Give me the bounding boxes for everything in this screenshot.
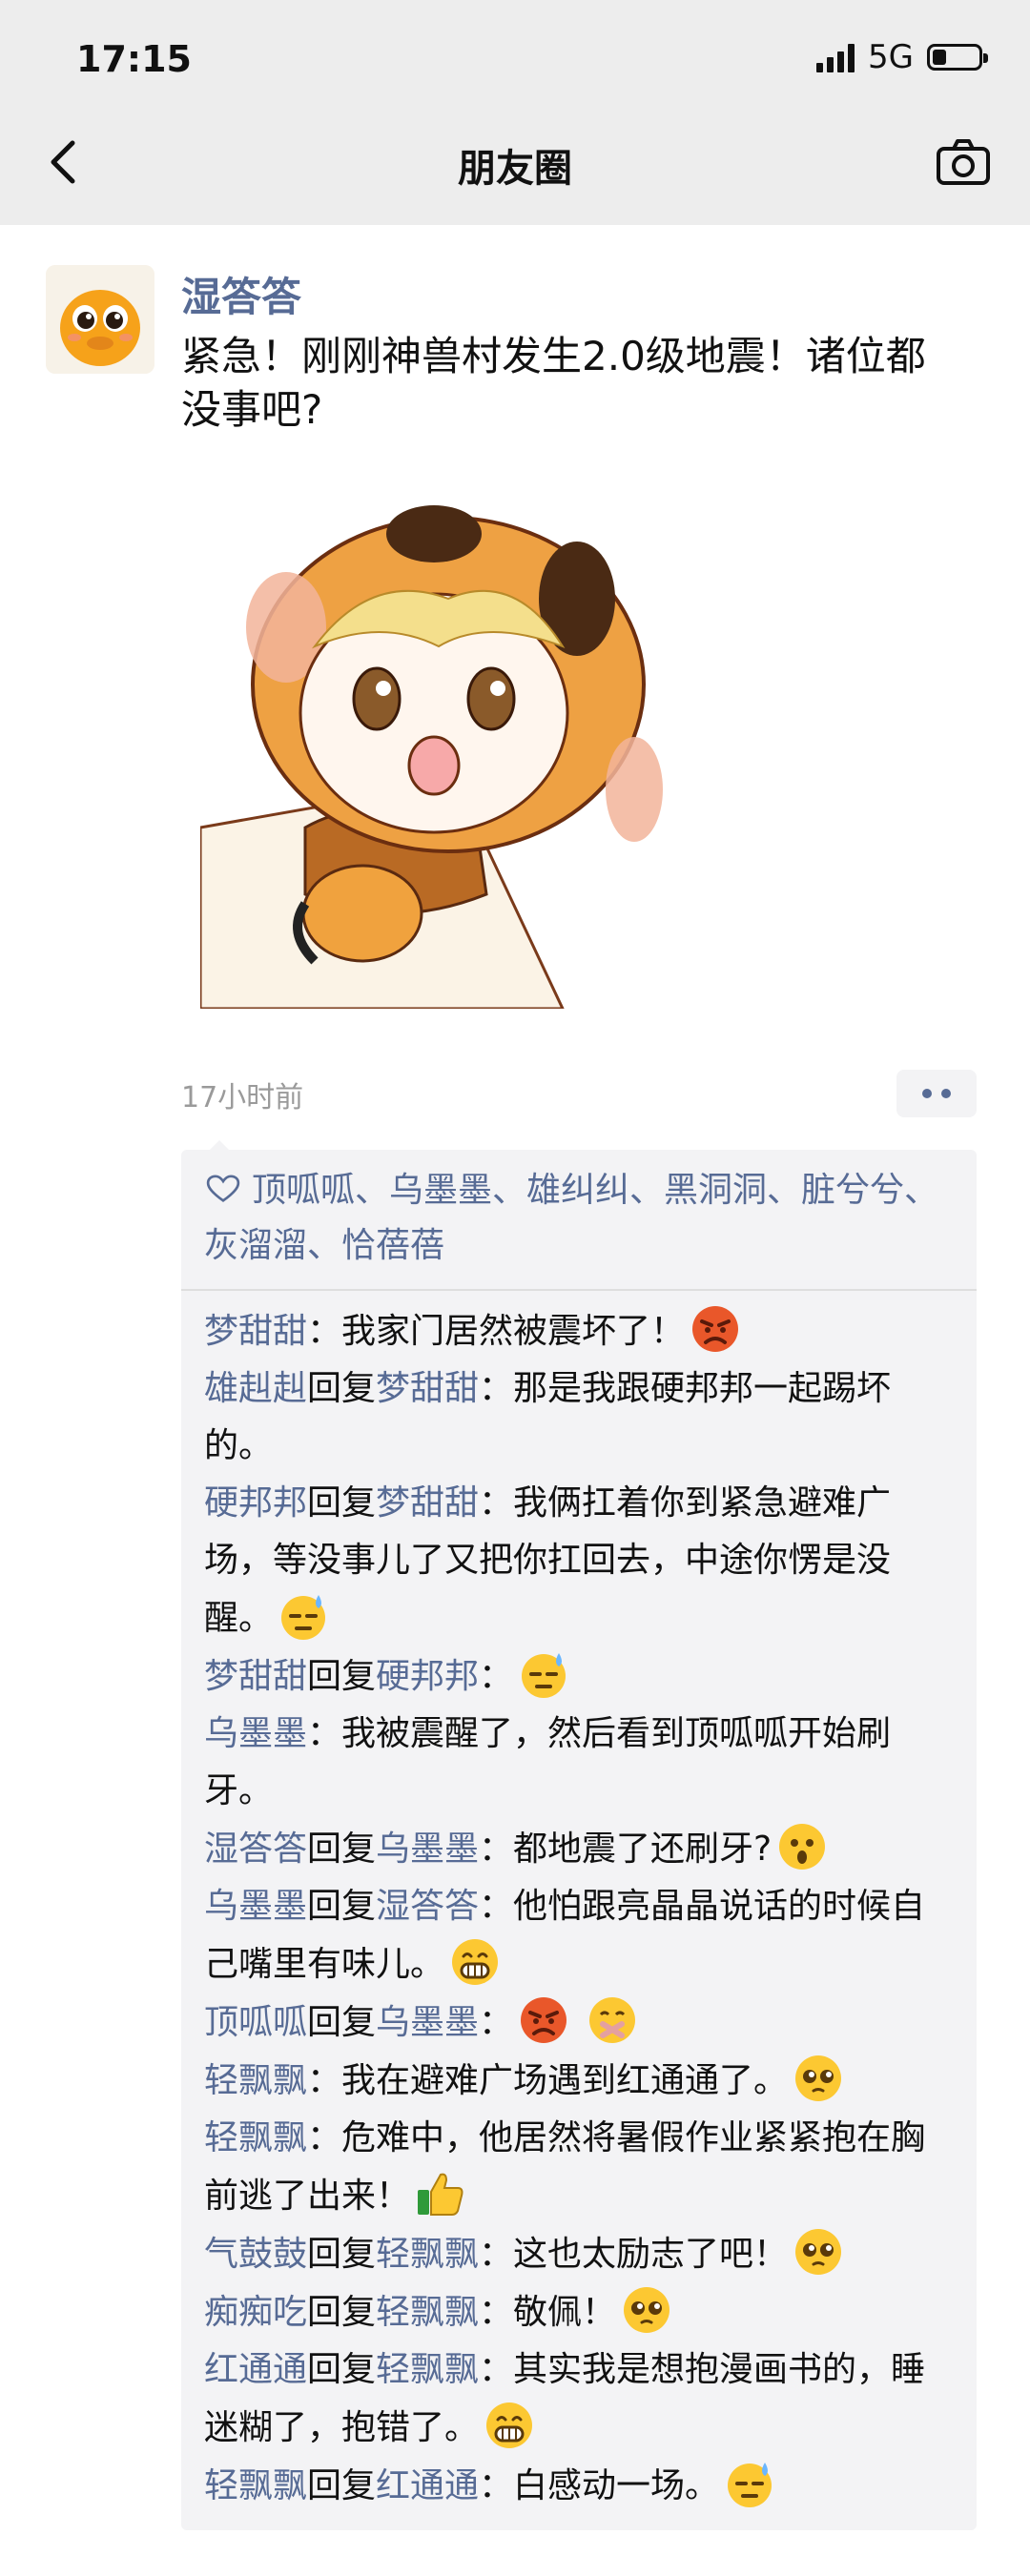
thumbs-up-icon <box>414 2167 467 2220</box>
comment-item[interactable]: 乌墨墨回复湿答答：他怕跟亮晶晶说话的时候自己嘴里有味儿。 <box>204 1878 954 1993</box>
comment-text: ：白感动一场。 <box>479 2466 720 2505</box>
grin-face-icon <box>483 2399 536 2452</box>
reply-label: 回复 <box>307 2235 377 2274</box>
camera-icon[interactable] <box>935 135 992 189</box>
comment-item[interactable]: 梦甜甜：我家门居然被震坏了！ <box>204 1302 954 1360</box>
nav-bar: 朋友圈 <box>0 133 1030 191</box>
comment-item[interactable]: 雄赳赳回复梦甜甜：那是我跟硬邦邦一起踢坏的。 <box>204 1360 954 1475</box>
comment-author[interactable]: 轻飘飘 <box>204 2118 307 2157</box>
reply-label: 回复 <box>307 2003 377 2042</box>
grin-face-icon <box>448 1935 502 1989</box>
comment-item[interactable]: 梦甜甜回复硬邦邦： <box>204 1647 954 1706</box>
battery-icon <box>927 44 988 71</box>
comment-item[interactable]: 痴痴吃回复轻飘飘：敬佩！ <box>204 2283 954 2341</box>
comment-text: ：危难中，他居然将暑假作业紧紧抱在胸前逃了出来！ <box>204 2118 926 2216</box>
post-time: 17小时前 <box>181 1081 304 1114</box>
more-actions-button[interactable] <box>896 1070 977 1117</box>
comment-item[interactable]: 湿答答回复乌墨墨：都地震了还刷牙? <box>204 1820 954 1878</box>
comment-author[interactable]: 痴痴吃 <box>204 2293 307 2332</box>
comment-author[interactable]: 湿答答 <box>204 1830 307 1869</box>
sweat-face-icon <box>517 1647 570 1701</box>
comment-item[interactable]: 顶呱呱回复乌墨墨： <box>204 1993 954 2052</box>
post-text: 紧急！刚刚神兽村发生2.0级地震！诸位都没事吧? <box>181 333 926 433</box>
comment-text: ：我被震醒了，然后看到顶呱呱开始刷牙。 <box>204 1714 892 1810</box>
reply-label: 回复 <box>307 1369 377 1408</box>
comment-text: ：我在避难广场遇到红通通了。 <box>307 2061 789 2100</box>
reply-label: 回复 <box>307 1830 377 1869</box>
pleading-face-icon <box>792 2225 845 2279</box>
comment-text: ：敬佩！ <box>479 2293 617 2332</box>
comment-reply-target[interactable]: 梦甜甜 <box>376 1483 479 1523</box>
comment-text: ： <box>479 2003 514 2042</box>
surprised-face-icon <box>775 1820 829 1873</box>
comment-author[interactable]: 轻飘飘 <box>204 2061 307 2100</box>
comment-reply-target[interactable]: 轻飘飘 <box>376 2235 479 2274</box>
comment-item[interactable]: 红通通回复轻飘飘：其实我是想抱漫画书的，睡迷糊了，抱错了。 <box>204 2341 954 2457</box>
comment-author[interactable]: 乌墨墨 <box>204 1714 307 1753</box>
comment-reply-target[interactable]: 红通通 <box>376 2466 479 2505</box>
reply-label: 回复 <box>307 1483 377 1523</box>
comment-item[interactable]: 硬邦邦回复梦甜甜：我俩扛着你到紧急避难广场，等没事儿了又把你扛回去，中途你愣是没… <box>204 1475 954 1647</box>
status-time: 17:15 <box>76 38 192 80</box>
reply-label: 回复 <box>307 1887 377 1926</box>
comment-author[interactable]: 红通通 <box>204 2350 307 2389</box>
comment-reply-target[interactable]: 湿答答 <box>376 1887 479 1926</box>
comment-reply-target[interactable]: 梦甜甜 <box>376 1369 479 1408</box>
interaction-panel: 顶呱呱、乌墨墨、雄纠纠、黑洞洞、脏兮兮、灰溜溜、恰蓓蓓 梦甜甜：我家门居然被震坏… <box>181 1140 977 2530</box>
comment-reply-target[interactable]: 乌墨墨 <box>376 1830 479 1869</box>
likes-names[interactable]: 顶呱呱、乌墨墨、雄纠纠、黑洞洞、脏兮兮、灰溜溜、恰蓓蓓 <box>204 1171 938 1265</box>
reply-label: 回复 <box>307 2466 377 2505</box>
angry-and-shush-icons <box>517 1993 641 2047</box>
comment-text: ： <box>479 1657 514 1696</box>
cartoon-character-image <box>200 484 696 1009</box>
comment-reply-target[interactable]: 乌墨墨 <box>376 2003 479 2042</box>
comment-author[interactable]: 梦甜甜 <box>204 1657 307 1696</box>
pleading-face-icon <box>620 2283 673 2337</box>
comment-author[interactable]: 顶呱呱 <box>204 2003 307 2042</box>
sweat-face-icon <box>723 2457 776 2510</box>
comment-list: 梦甜甜：我家门居然被震坏了！ 雄赳赳回复梦甜甜：那是我跟硬邦邦一起踢坏的。 硬邦邦回… <box>181 1291 977 2530</box>
comment-author[interactable]: 梦甜甜 <box>204 1312 307 1351</box>
signal-icon <box>816 42 855 72</box>
comment-reply-target[interactable]: 轻飘飘 <box>376 2293 479 2332</box>
network-label: 5G <box>868 38 914 76</box>
comment-text: ：都地震了还刷牙? <box>479 1830 772 1869</box>
comment-reply-target[interactable]: 轻飘飘 <box>376 2350 479 2389</box>
heart-icon <box>206 1175 240 1202</box>
comment-author[interactable]: 轻飘飘 <box>204 2466 307 2505</box>
page-title: 朋友圈 <box>458 147 572 191</box>
sweat-face-icon <box>277 1589 330 1643</box>
avatar[interactable] <box>46 265 154 374</box>
angry-face-icon <box>689 1302 742 1356</box>
pleading-face-icon <box>792 2052 845 2105</box>
comment-author[interactable]: 雄赳赳 <box>204 1369 307 1408</box>
comment-author[interactable]: 硬邦邦 <box>204 1483 307 1523</box>
comment-author[interactable]: 乌墨墨 <box>204 1887 307 1926</box>
duck-avatar-icon <box>46 265 154 374</box>
comment-author[interactable]: 气鼓鼓 <box>204 2235 307 2274</box>
status-indicators: 5G <box>816 38 988 76</box>
post-image[interactable] <box>200 484 696 1009</box>
likes-row: 顶呱呱、乌墨墨、雄纠纠、黑洞洞、脏兮兮、灰溜溜、恰蓓蓓 <box>181 1150 977 1291</box>
comment-item[interactable]: 乌墨墨：我被震醒了，然后看到顶呱呱开始刷牙。 <box>204 1706 954 1820</box>
comment-text: ：这也太励志了吧！ <box>479 2235 789 2274</box>
reply-label: 回复 <box>307 2293 377 2332</box>
comment-item[interactable]: 轻飘飘回复红通通：白感动一场。 <box>204 2457 954 2515</box>
reply-label: 回复 <box>307 2350 377 2389</box>
comment-item[interactable]: 轻飘飘：我在避难广场遇到红通通了。 <box>204 2052 954 2110</box>
comment-text: ：我家门居然被震坏了！ <box>307 1312 686 1351</box>
comment-item[interactable]: 气鼓鼓回复轻飘飘：这也太励志了吧！ <box>204 2225 954 2283</box>
post-author[interactable]: 湿答答 <box>181 265 301 323</box>
top-bar: 17:15 5G 朋友圈 <box>0 0 1030 225</box>
comment-item[interactable]: 轻飘飘：危难中，他居然将暑假作业紧紧抱在胸前逃了出来！ <box>204 2110 954 2225</box>
reply-label: 回复 <box>307 1657 377 1696</box>
comment-reply-target[interactable]: 硬邦邦 <box>376 1657 479 1696</box>
